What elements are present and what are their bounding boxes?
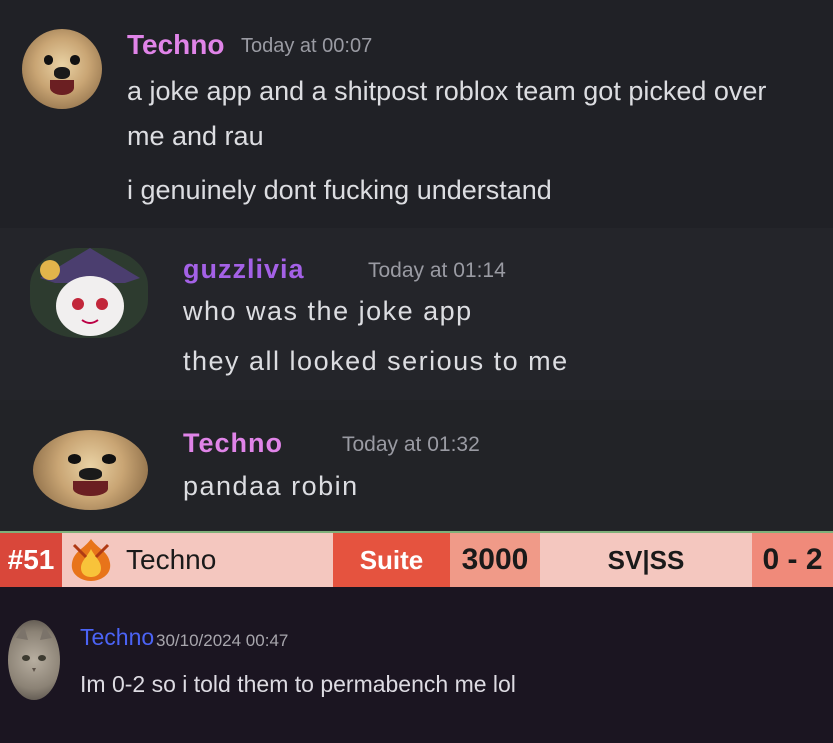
roster-row[interactable]: #51 Techno Suite 3000 SV|SS 0 - 2 bbox=[0, 531, 833, 587]
guzzlivia-avatar[interactable] bbox=[30, 248, 148, 338]
team-cell: Suite bbox=[333, 533, 450, 587]
author-name[interactable]: Techno bbox=[183, 428, 283, 459]
techno-avatar[interactable] bbox=[33, 430, 148, 510]
tier-cell: SV|SS bbox=[540, 533, 752, 587]
player-name-cell: Techno bbox=[120, 533, 333, 587]
message-line: they all looked serious to me bbox=[183, 346, 569, 376]
message-group-1: Techno Today at 00:07 a joke app and a s… bbox=[0, 0, 833, 228]
author-name[interactable]: guzzlivia bbox=[183, 254, 305, 285]
techno-avatar[interactable] bbox=[22, 29, 102, 109]
flame-bird-icon bbox=[62, 533, 120, 587]
timestamp: Today at 00:07 bbox=[241, 35, 373, 57]
message-line: Im 0-2 so i told them to permabench me l… bbox=[80, 671, 516, 697]
message-group-2: guzzlivia Today at 01:14 who was the jok… bbox=[0, 228, 833, 400]
rating-cell: 3000 bbox=[450, 533, 540, 587]
anime-avatar-icon bbox=[40, 248, 140, 336]
message-line: pandaa robin bbox=[183, 471, 359, 501]
message-line: i genuinely dont fucking understand bbox=[127, 175, 552, 205]
rank-cell: #51 bbox=[0, 533, 62, 587]
timestamp: Today at 01:14 bbox=[368, 259, 506, 282]
message-line: me and rau bbox=[127, 121, 264, 151]
author-name[interactable]: Techno bbox=[127, 29, 224, 61]
message-line: who was the joke app bbox=[183, 296, 473, 326]
timestamp: 30/10/2024 00:47 bbox=[156, 631, 289, 650]
timestamp: Today at 01:32 bbox=[342, 433, 480, 456]
cat-icon bbox=[16, 626, 52, 672]
cat-avatar[interactable] bbox=[8, 620, 60, 700]
message-group-4: Techno 30/10/2024 00:47 Im 0-2 so i told… bbox=[0, 587, 833, 743]
author-name[interactable]: Techno bbox=[80, 624, 154, 651]
message-line: a joke app and a shitpost roblox team go… bbox=[127, 76, 767, 106]
message-group-3: Techno Today at 01:32 pandaa robin bbox=[0, 400, 833, 531]
record-cell: 0 - 2 bbox=[752, 533, 833, 587]
